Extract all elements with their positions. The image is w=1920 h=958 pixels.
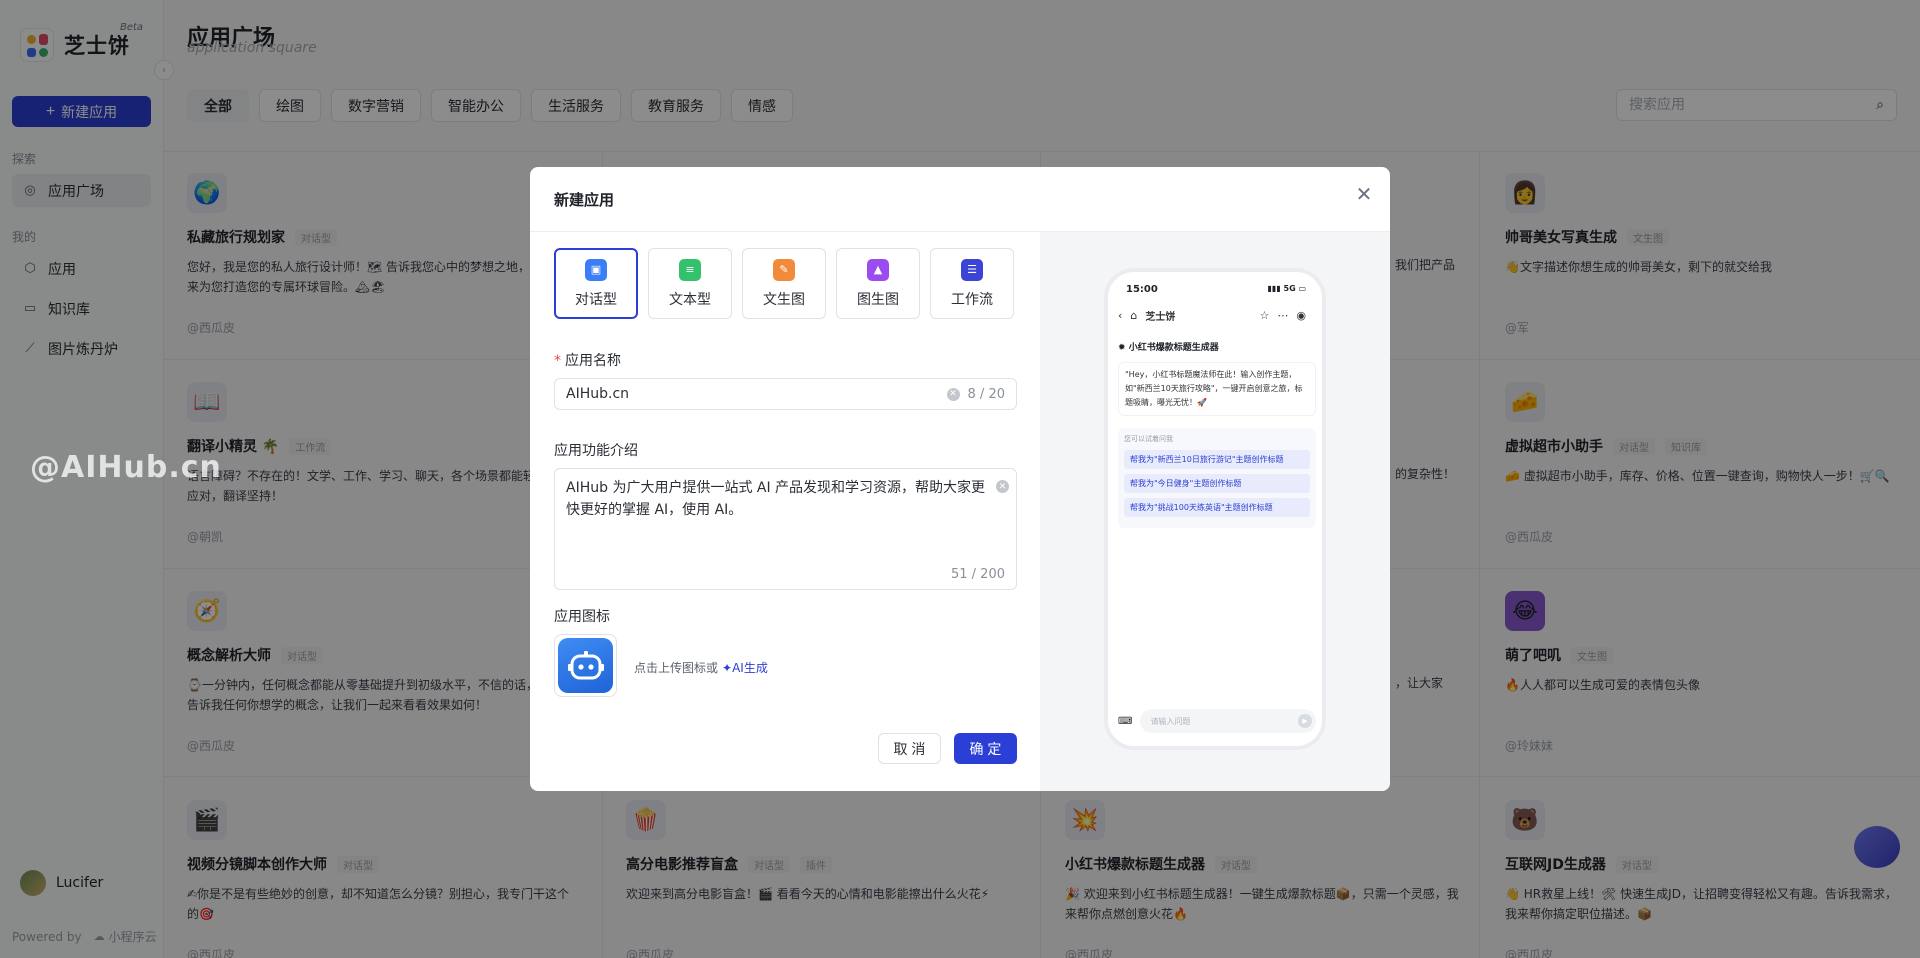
ai-generate-link[interactable]: ✦AI生成 bbox=[722, 661, 768, 675]
app-name-input[interactable] bbox=[566, 386, 947, 402]
phone-greeting: "Hey，小红书标题魔法师在此！输入创作主题，如"新西兰10天旅行攻略"，一键开… bbox=[1118, 362, 1316, 416]
phone-bot-title: ✹ 小红书爆款标题生成器 bbox=[1118, 343, 1219, 353]
dialog-title: 新建应用 bbox=[554, 191, 615, 209]
back-icon: ‹ bbox=[1118, 309, 1123, 322]
type-label: 图生图 bbox=[857, 291, 899, 308]
more-icon: ⋯ bbox=[1277, 309, 1289, 322]
type-label: 文生图 bbox=[763, 291, 805, 308]
pen-icon: ✎ bbox=[773, 258, 795, 281]
type-label: 对话型 bbox=[575, 291, 617, 308]
text-icon: ≡ bbox=[679, 258, 701, 281]
robot-icon bbox=[558, 638, 613, 693]
send-icon: ▶ bbox=[1298, 714, 1312, 728]
suggestion-item: 帮我为"新西兰10日旅行游记"主题创作标题 bbox=[1124, 450, 1310, 469]
app-desc-text: AIHub 为广大用户提供一站式 AI 产品发现和学习资源，帮助大家更快更好的掌… bbox=[566, 480, 986, 518]
star-icon: ☆ bbox=[1259, 309, 1270, 322]
app-desc-label: 应用功能介绍 bbox=[554, 443, 638, 459]
phone-input-bar: ⌨ 请输入问题 ▶ bbox=[1118, 708, 1316, 734]
type-label: 工作流 bbox=[951, 291, 993, 308]
type-text-to-image[interactable]: ✎ 文生图 bbox=[742, 248, 826, 319]
clear-icon[interactable]: ✕ bbox=[946, 387, 960, 401]
chat-icon: ▣ bbox=[585, 258, 607, 281]
type-text[interactable]: ≡ 文本型 bbox=[648, 248, 732, 319]
phone-brand: 芝士饼 bbox=[1145, 312, 1176, 323]
label-text: 应用名称 bbox=[565, 353, 621, 369]
suggest-title: 您可以试着问我 bbox=[1124, 435, 1173, 443]
app-name-field: ✕ 8 / 20 bbox=[554, 378, 1017, 410]
dialog-form: ▣ 对话型 ≡ 文本型 ✎ 文生图 ▲ 图生图 ☰ 工作流 * 应用名称 AIH… bbox=[530, 231, 1040, 791]
phone-preview: 15:00 ▮▮▮ 5G ▭ ‹ ⌂ 芝士饼 ☆ ⋯ ◉ ✹ 小红书爆款标题生成… bbox=[1104, 268, 1326, 750]
watermark: @AIHub.cn bbox=[30, 450, 222, 485]
image-icon: ▲ bbox=[867, 258, 889, 281]
app-desc-textarea[interactable]: AIHub 为广大用户提供一站式 AI 产品发现和学习资源，帮助大家更快更好的掌… bbox=[554, 468, 1017, 590]
app-type-selector: ▣ 对话型 ≡ 文本型 ✎ 文生图 ▲ 图生图 ☰ 工作流 bbox=[554, 248, 1024, 319]
char-counter: 51 / 200 bbox=[951, 567, 1005, 582]
new-app-dialog: 新建应用 ✕ ▣ 对话型 ≡ 文本型 ✎ 文生图 ▲ 图生图 ☰ 工作流 * 应… bbox=[530, 167, 1390, 791]
phone-signal: ▮▮▮ 5G ▭ bbox=[1267, 284, 1306, 293]
icon-hint-text: 点击上传图标或 bbox=[634, 661, 719, 675]
required-mark: * bbox=[554, 353, 561, 369]
phone-suggestions: 您可以试着问我 帮我为"新西兰10日旅行游记"主题创作标题 帮我为"今日健身"主… bbox=[1118, 428, 1316, 528]
phone-input: 请输入问题 ▶ bbox=[1140, 709, 1316, 733]
workflow-icon: ☰ bbox=[961, 258, 983, 281]
home-icon: ⌂ bbox=[1130, 309, 1138, 322]
close-icon[interactable]: ✕ bbox=[1353, 183, 1375, 205]
suggestion-item: 帮我为"今日健身"主题创作标题 bbox=[1124, 474, 1310, 493]
clear-icon[interactable]: ✕ bbox=[996, 480, 1009, 493]
target-icon: ◉ bbox=[1296, 309, 1306, 322]
type-label: 文本型 bbox=[669, 291, 711, 308]
keyboard-icon: ⌨ bbox=[1118, 715, 1133, 727]
phone-nav: ‹ ⌂ 芝士饼 ☆ ⋯ ◉ bbox=[1118, 308, 1314, 323]
preview-panel: 15:00 ▮▮▮ 5G ▭ ‹ ⌂ 芝士饼 ☆ ⋯ ◉ ✹ 小红书爆款标题生成… bbox=[1040, 231, 1390, 791]
app-icon-upload[interactable] bbox=[554, 634, 617, 697]
type-image-to-image[interactable]: ▲ 图生图 bbox=[836, 248, 920, 319]
cancel-button[interactable]: 取 消 bbox=[878, 733, 941, 764]
suggestion-item: 帮我为"挑战100天练英语"主题创作标题 bbox=[1124, 498, 1310, 517]
app-icon-label: 应用图标 bbox=[554, 609, 610, 625]
phone-time: 15:00 bbox=[1126, 284, 1158, 295]
confirm-button[interactable]: 确 定 bbox=[954, 733, 1017, 764]
icon-hint: 点击上传图标或 ✦AI生成 bbox=[634, 659, 768, 676]
type-workflow[interactable]: ☰ 工作流 bbox=[930, 248, 1014, 319]
type-chat[interactable]: ▣ 对话型 bbox=[554, 248, 638, 319]
char-counter: 8 / 20 bbox=[967, 386, 1005, 402]
app-name-label: * 应用名称 bbox=[554, 350, 621, 370]
